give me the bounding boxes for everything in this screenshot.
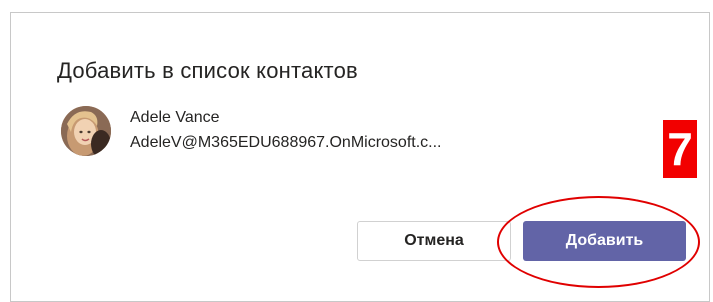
contact-name: Adele Vance xyxy=(130,109,220,126)
avatar-photo-icon xyxy=(61,106,111,156)
cancel-button[interactable]: Отмена xyxy=(357,221,511,261)
contact-avatar xyxy=(61,106,111,156)
dialog-title: Добавить в список контактов xyxy=(57,58,358,83)
contact-email: AdeleV@M365EDU688967.OnMicrosoft.c... xyxy=(130,134,442,151)
add-button[interactable]: Добавить xyxy=(523,221,686,261)
step-number-badge: 7 xyxy=(663,120,697,178)
